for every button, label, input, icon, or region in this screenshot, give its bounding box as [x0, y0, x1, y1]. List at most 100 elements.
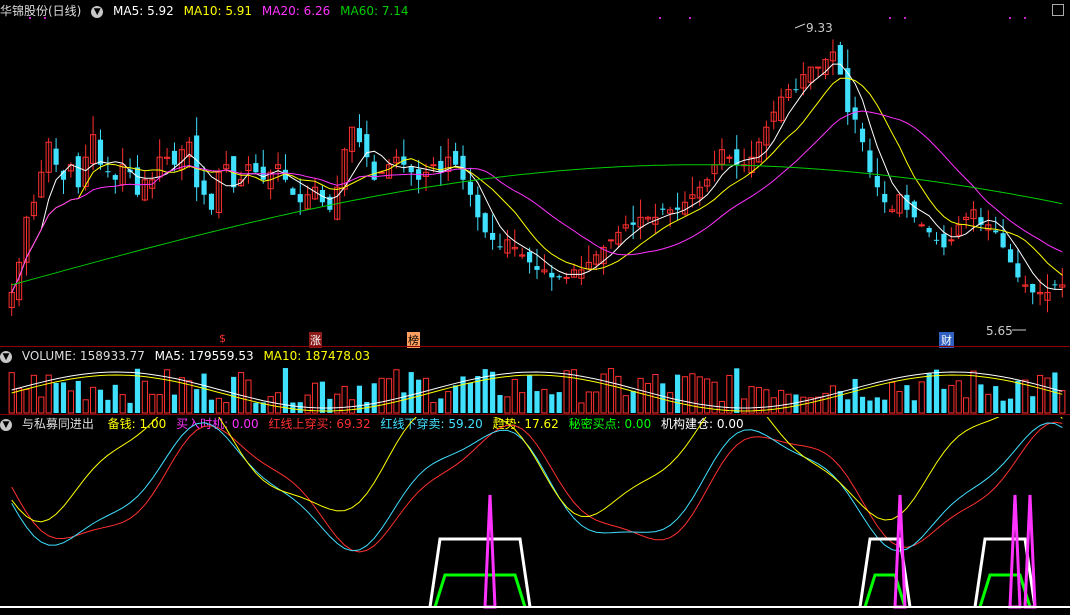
candle-body [430, 164, 437, 167]
price-chart[interactable] [0, 0, 1070, 345]
volume-bar [1007, 398, 1014, 413]
volume-bar [889, 381, 896, 414]
volume-bar [82, 399, 89, 414]
candle-body [134, 167, 141, 195]
candle-body [453, 151, 459, 165]
candle-body [438, 160, 444, 173]
volume-bar [948, 384, 955, 414]
volume-bar [1015, 380, 1021, 413]
candle-body [253, 163, 259, 173]
volume-bar [378, 377, 385, 414]
mairu-signal [483, 494, 497, 609]
volume-bar [985, 393, 992, 414]
volume-bar [978, 384, 984, 413]
candle-body [1007, 249, 1014, 263]
volume-bar [674, 374, 681, 413]
candle-body [793, 89, 799, 91]
volume-bar [615, 375, 622, 414]
mimi-signal [433, 573, 527, 608]
signal-dot [904, 17, 906, 19]
volume-bar [75, 380, 81, 413]
candle-body [726, 156, 733, 159]
volume-bar [874, 397, 880, 413]
candle-body [467, 181, 474, 195]
candle-body [171, 150, 178, 165]
volume-bar [859, 396, 866, 413]
volume-bar [734, 368, 740, 413]
candle-body [549, 272, 555, 278]
candle-body [527, 251, 533, 263]
volume-bar [556, 392, 562, 413]
marker-dollar[interactable]: $ [219, 332, 226, 345]
candle-body [874, 176, 880, 188]
volume-bar [660, 383, 666, 413]
red-line [11, 421, 1063, 553]
signal-dot [689, 17, 691, 19]
volume-bar [845, 399, 851, 413]
volume-bar [438, 398, 444, 413]
volume-bar [926, 373, 932, 413]
volume-chart[interactable] [0, 345, 1070, 415]
volume-bar [815, 396, 822, 414]
volume-bar [829, 385, 837, 414]
volume-bar [527, 375, 533, 413]
volume-bar [67, 390, 74, 414]
volume-bar [593, 391, 600, 414]
volume-bar [993, 386, 999, 413]
cyan-line [11, 422, 1063, 552]
volume-bar [105, 399, 111, 413]
signal-dot [1009, 17, 1011, 19]
candle-body [556, 276, 562, 278]
volume-bar [511, 378, 518, 414]
candle-body [1052, 284, 1058, 286]
volume-bar [852, 378, 858, 413]
volume-bar [482, 369, 488, 413]
volume-bar [430, 401, 437, 414]
candle-body [290, 188, 296, 195]
trend-line [11, 417, 1063, 523]
candle-body [837, 45, 843, 75]
volume-bar [637, 377, 644, 414]
volume-bar [149, 393, 156, 414]
high-label: 9.33 [806, 21, 833, 35]
volume-bar [622, 395, 629, 414]
signal-dot [889, 17, 891, 19]
volume-bar [16, 388, 23, 414]
volume-bar [1037, 374, 1044, 414]
volume-bar [290, 402, 296, 413]
volume-bar [89, 386, 97, 414]
indicator-chart[interactable] [0, 417, 1070, 615]
volume-bar [1000, 400, 1006, 413]
volume-bar [127, 402, 133, 413]
candle-body [815, 66, 822, 69]
jigou-signal [428, 537, 532, 608]
volume-bar [867, 400, 873, 413]
candle-body [112, 175, 118, 180]
volume-bar [371, 383, 377, 413]
volume-bar [112, 384, 118, 413]
candle-body [356, 128, 363, 143]
volume-bar [38, 396, 45, 414]
volume-bar [689, 373, 696, 414]
candle-body [845, 68, 851, 113]
volume-bar [497, 394, 503, 413]
mimi-signal [863, 573, 907, 608]
volume-bar [711, 381, 718, 414]
volume-bar [911, 400, 917, 413]
volume-bar [607, 368, 615, 414]
volume-bar [770, 397, 777, 414]
volume-bar [119, 394, 126, 414]
volume-bar [453, 385, 459, 413]
candle-body [297, 194, 303, 203]
volume-bar [171, 394, 178, 413]
candle-body [1000, 233, 1006, 248]
candle-body [105, 171, 111, 173]
candle-body [933, 239, 940, 241]
volume-bar [778, 389, 785, 414]
volume-bar [297, 402, 303, 413]
volume-bar [30, 374, 37, 414]
volume-bar [97, 389, 104, 413]
volume-bar [445, 391, 452, 414]
volume-bar [408, 372, 414, 413]
volume-bar [534, 391, 540, 413]
